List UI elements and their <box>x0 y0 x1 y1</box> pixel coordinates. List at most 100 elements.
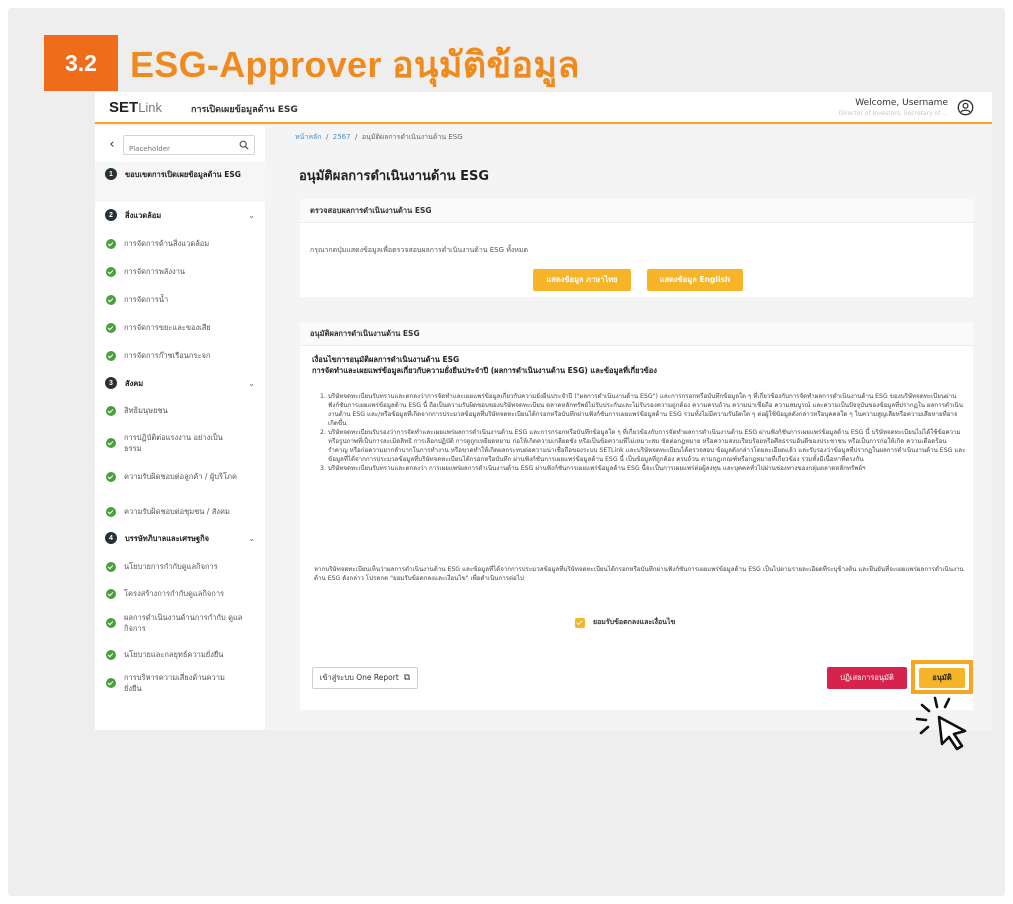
sidebar-item-label: สังคม <box>125 378 144 388</box>
app-title: การเปิดเผยข้อมูลด้าน ESG <box>191 105 298 115</box>
breadcrumb: หน้าหลัก / 2567 / อนุมัติผลการดำเนินงานด… <box>295 132 463 143</box>
breadcrumb-separator: / <box>355 133 358 141</box>
sidebar-search-box <box>123 135 255 158</box>
breadcrumb-year[interactable]: 2567 <box>333 133 351 141</box>
sidebar-item-waste[interactable]: การจัดการขยะและของเสีย <box>105 322 261 333</box>
sidebar-item-label: ความรับผิดชอบต่อชุมชน / สังคม <box>124 507 230 516</box>
term-item: 3. บริษัทจดทะเบียนรับทราบและตกลงว่า การเ… <box>320 464 966 473</box>
sidebar-item-label: การจัดการน้ำ <box>124 295 169 304</box>
approve-button[interactable]: อนุมัติ <box>919 668 965 688</box>
sidebar-section-environment[interactable]: 2 สิ่งแวดล้อม ⌄ <box>105 209 261 221</box>
sidebar-item-label: การจัดการพลังงาน <box>124 267 186 276</box>
term-number: 1. <box>320 393 326 400</box>
sidebar-item-label: นโยบายและกลยุทธ์ความยั่งยืน <box>124 650 224 659</box>
sidebar-item-label: โครงสร้างการกำกับดูแลกิจการ <box>124 589 225 598</box>
welcome-text: Welcome, Username <box>855 98 948 108</box>
logo-sub: Link <box>138 100 163 115</box>
sidebar-item-label: ขอบเขตการเปิดเผยข้อมูลด้าน ESG <box>125 169 241 179</box>
check-circle-icon <box>106 438 116 448</box>
sidebar-item-gov-performance[interactable]: ผลการดำเนินงานด้านการกำกับ ดูแลกิจการ <box>105 612 261 634</box>
review-card-heading: ตรวจสอบผลการดำเนินงานด้าน ESG <box>300 199 973 223</box>
check-circle-icon <box>106 322 116 333</box>
sidebar-item-gov-structure[interactable]: โครงสร้างการกำกับดูแลกิจการ <box>105 588 261 599</box>
sidebar-section-scope[interactable]: 1 ขอบเขตการเปิดเผยข้อมูลด้าน ESG <box>105 168 261 180</box>
sidebar-item-sustainability-risk[interactable]: การบริหารความเสี่ยงด้านความ ยั่งยืน <box>105 672 261 694</box>
logo-main: SET <box>109 99 139 116</box>
sidebar-section-social[interactable]: 3 สังคม ⌄ <box>105 377 261 389</box>
top-bar: SETLink การเปิดเผยข้อมูลด้าน ESG Welcome… <box>95 92 992 124</box>
sidebar-item-label: การบริหารความเสี่ยงด้านความ ยั่งยืน <box>124 673 225 693</box>
sidebar-item-customer[interactable]: ความรับผิดชอบต่อลูกค้า / ผู้บริโภค <box>105 471 261 482</box>
sidebar-item-label: สิทธิมนุษยชน <box>124 406 168 415</box>
sidebar-item-energy[interactable]: การจัดการพลังงาน <box>105 266 261 277</box>
breadcrumb-current: อนุมัติผลการดำเนินงานด้าน ESG <box>361 133 463 141</box>
sidebar-item-fair-labor[interactable]: การปฏิบัติต่อแรงงาน อย่างเป็นธรรม <box>105 432 261 454</box>
breadcrumb-separator: / <box>325 133 329 141</box>
page-title: อนุมัติผลการดำเนินงานด้าน ESG <box>299 169 490 184</box>
sidebar-item-community[interactable]: ความรับผิดชอบต่อชุมชน / สังคม <box>105 506 261 517</box>
sidebar-item-label: นโยบายการกำกับดูแลกิจการ <box>124 562 218 571</box>
conditions-heading: เงื่อนไขการอนุมัติผลการดำเนินงานด้าน ESG <box>312 355 460 364</box>
reject-button[interactable]: ปฏิเสธการอนุมัติ <box>827 667 907 689</box>
sidebar-section-governance[interactable]: 4 บรรษัทภิบาลและเศรษฐกิจ ⌄ <box>105 532 261 544</box>
check-circle-icon <box>106 350 116 361</box>
term-text: บริษัทจดทะเบียนรับรองว่าการจัดทำและเผยแพ… <box>328 429 966 463</box>
check-circle-icon <box>106 405 116 416</box>
sidebar-item-water[interactable]: การจัดการน้ำ <box>105 294 261 305</box>
consent-checkbox-row[interactable]: ยอมรับข้อตกลงและเงื่อนไข <box>575 617 675 628</box>
section-number-badge: 4 <box>105 532 117 544</box>
sidebar-item-ghg[interactable]: การจัดการก๊าซเรือนกระจก <box>105 350 261 361</box>
approval-note: หากบริษัทจดทะเบียนเห็นว่าผลการดำเนินงานด… <box>314 566 964 583</box>
check-circle-icon <box>106 678 116 688</box>
sidebar-item-label: บรรษัทภิบาลและเศรษฐกิจ <box>125 533 210 543</box>
one-report-label: เข้าสู่ระบบ One Report <box>319 673 399 682</box>
one-report-button[interactable]: เข้าสู่ระบบ One Report ⧉ <box>312 667 418 689</box>
external-link-icon: ⧉ <box>403 673 411 683</box>
sidebar-item-label: การปฏิบัติต่อแรงงาน อย่างเป็นธรรม <box>124 433 223 453</box>
sidebar-item-label: การจัดการก๊าซเรือนกระจก <box>124 351 211 360</box>
user-circle-icon[interactable] <box>957 99 974 116</box>
sidebar-item-label: สิ่งแวดล้อม <box>125 210 162 220</box>
sidebar-item-sustainability-policy[interactable]: นโยบายและกลยุทธ์ความยั่งยืน <box>105 649 261 660</box>
click-cursor-icon <box>915 696 967 751</box>
sidebar-search-input[interactable] <box>124 140 224 158</box>
check-circle-icon <box>106 618 116 628</box>
chevron-left-icon[interactable]: ‹ <box>105 135 119 155</box>
check-circle-icon <box>106 471 116 482</box>
step-title: ESG-Approver อนุมัติข้อมูล <box>130 43 580 85</box>
section-number-badge: 2 <box>105 209 117 221</box>
welcome-block: Welcome, Username Director of Investors,… <box>839 98 948 117</box>
setlink-logo[interactable]: SETLink <box>109 99 162 116</box>
consent-checkbox[interactable] <box>575 617 585 628</box>
sidebar-item-label: ผลการดำเนินงานด้านการกำกับ ดูแลกิจการ <box>124 613 243 633</box>
term-number: 3. <box>320 465 326 472</box>
show-thai-button[interactable]: แสดงข้อมูล ภาษาไทย <box>533 269 631 291</box>
term-text: บริษัทจดทะเบียนรับทราบและตกลงว่าการจัดทำ… <box>328 393 964 427</box>
check-circle-icon <box>106 561 116 572</box>
show-english-button[interactable]: แสดงข้อมูล English <box>647 269 743 291</box>
term-number: 2. <box>320 429 326 436</box>
sidebar-item-human-rights[interactable]: สิทธิมนุษยชน <box>105 405 261 416</box>
sidebar-item-env-management[interactable]: การจัดการด้านสิ่งแวดล้อม <box>105 238 261 249</box>
search-icon[interactable] <box>239 140 249 150</box>
check-circle-icon <box>106 588 116 599</box>
breadcrumb-home[interactable]: หน้าหลัก <box>295 133 321 141</box>
chevron-down-icon[interactable]: ⌄ <box>248 534 255 543</box>
app-window: SETLink การเปิดเผยข้อมูลด้าน ESG Welcome… <box>95 92 992 730</box>
step-number-badge: 3.2 <box>44 35 118 91</box>
review-card: ตรวจสอบผลการดำเนินงานด้าน ESG กรุณากดปุ่… <box>300 199 973 297</box>
check-circle-icon <box>106 506 116 517</box>
chevron-down-icon[interactable]: ⌄ <box>248 379 255 388</box>
consent-label[interactable]: ยอมรับข้อตกลงและเงื่อนไข <box>593 617 675 628</box>
conditions-title: เงื่อนไขการอนุมัติผลการดำเนินงานด้าน ESG… <box>312 354 657 376</box>
check-circle-icon <box>106 238 116 249</box>
check-circle-icon <box>106 266 116 277</box>
sidebar-search-row: ‹ <box>105 135 255 158</box>
check-circle-icon <box>106 294 116 305</box>
sidebar-item-gov-policy[interactable]: นโยบายการกำกับดูแลกิจการ <box>105 561 261 572</box>
check-circle-icon <box>106 649 116 660</box>
term-item: 2. บริษัทจดทะเบียนรับรองว่าการจัดทำและเผ… <box>320 428 966 464</box>
chevron-down-icon[interactable]: ⌄ <box>248 211 255 220</box>
user-role: Director of Investors, Secretary of ... <box>838 110 948 117</box>
review-description: กรุณากดปุ่มแสดงข้อมูลเพื่อตรวจสอบผลการดำ… <box>310 246 529 254</box>
